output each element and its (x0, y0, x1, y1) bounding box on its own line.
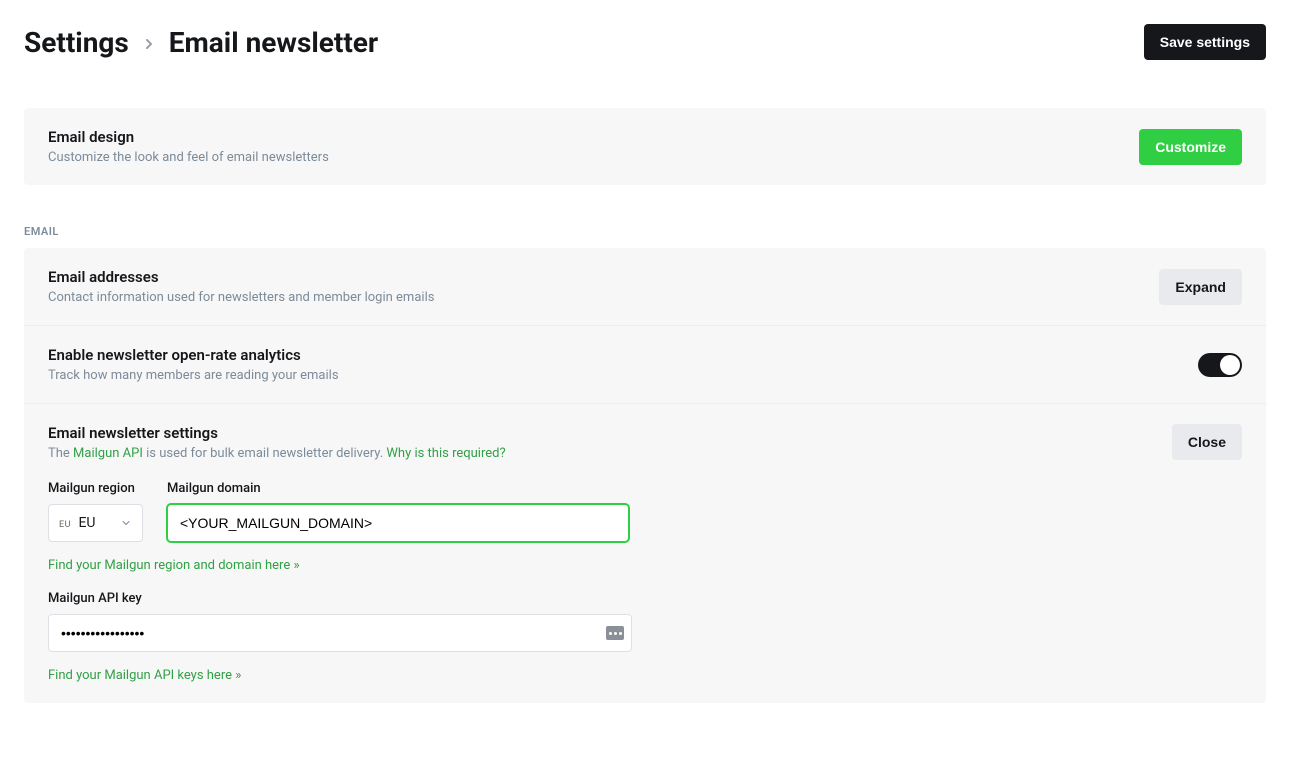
expand-button[interactable]: Expand (1159, 269, 1242, 305)
email-design-subtitle: Customize the look and feel of email new… (48, 150, 329, 165)
analytics-toggle[interactable] (1198, 353, 1242, 377)
email-design-title: Email design (48, 128, 329, 146)
password-reveal-icon[interactable] (606, 626, 624, 640)
mailgun-domain-label: Mailgun domain (167, 481, 629, 496)
email-section-label: EMAIL (24, 225, 1266, 238)
mailgun-domain-input[interactable] (167, 504, 629, 542)
mailgun-region-select[interactable]: EU EU (48, 504, 143, 542)
newsletter-settings-title: Email newsletter settings (48, 424, 506, 442)
region-domain-hint-link[interactable]: Find your Mailgun region and domain here… (48, 558, 300, 573)
newsletter-settings-subtitle: The Mailgun API is used for bulk email n… (48, 446, 506, 461)
customize-button[interactable]: Customize (1139, 129, 1242, 165)
region-flag-icon: EU (59, 520, 71, 530)
chevron-down-icon (120, 517, 132, 529)
analytics-title: Enable newsletter open-rate analytics (48, 346, 339, 364)
breadcrumb-parent[interactable]: Settings (24, 26, 129, 59)
close-button[interactable]: Close (1172, 424, 1242, 460)
mailgun-region-label: Mailgun region (48, 481, 143, 496)
save-settings-button[interactable]: Save settings (1144, 24, 1266, 60)
breadcrumb-current: Email newsletter (169, 26, 378, 59)
region-value: EU (78, 515, 95, 531)
email-addresses-title: Email addresses (48, 268, 434, 286)
apikey-hint-link[interactable]: Find your Mailgun API keys here » (48, 668, 241, 683)
mailgun-apikey-input[interactable] (48, 614, 632, 652)
breadcrumb: Settings Email newsletter (24, 26, 378, 59)
email-addresses-subtitle: Contact information used for newsletters… (48, 290, 434, 305)
mailgun-apikey-label: Mailgun API key (48, 591, 632, 606)
mailgun-api-link[interactable]: Mailgun API (73, 446, 143, 461)
analytics-subtitle: Track how many members are reading your … (48, 368, 339, 383)
why-required-link[interactable]: Why is this required? (386, 446, 505, 461)
chevron-right-icon (141, 26, 157, 59)
